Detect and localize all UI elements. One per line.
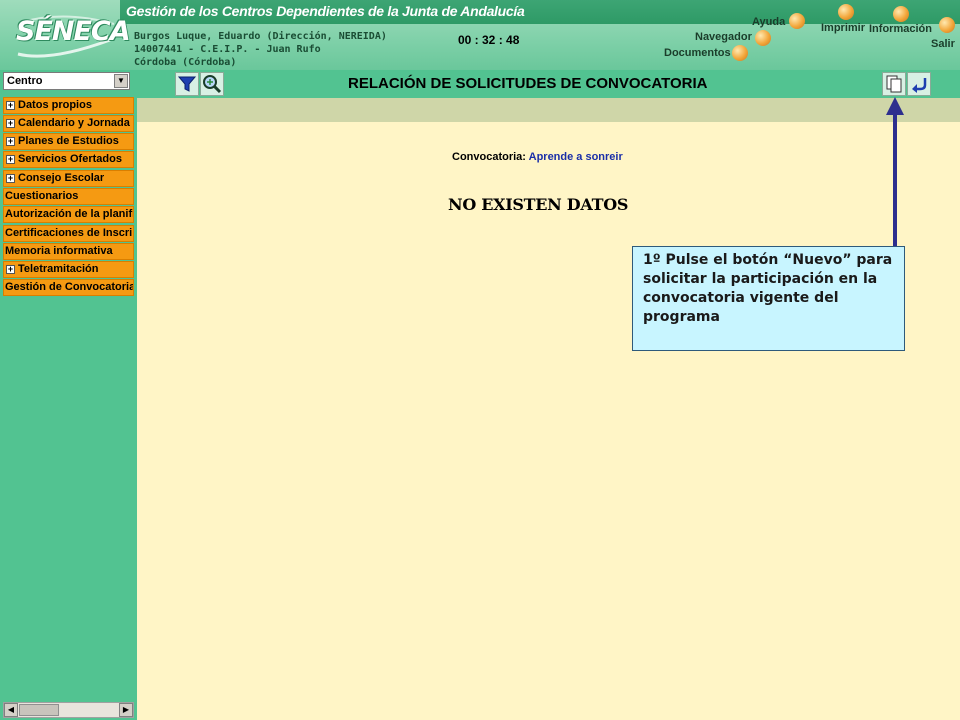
search-button[interactable]: [200, 72, 224, 96]
information-link[interactable]: Información: [869, 23, 932, 35]
back-button[interactable]: [907, 72, 931, 96]
user-info: Burgos Luque, Eduardo (Dirección, NEREID…: [134, 30, 387, 69]
seneca-logo: SÉNECA: [6, 6, 131, 64]
sidebar-item-memoria[interactable]: Memoria informativa: [3, 243, 134, 260]
callout-arrow-line: [893, 112, 897, 247]
back-icon: [912, 78, 927, 93]
sidebar-item-gestion-convocatoria[interactable]: Gestión de Convocatoria: [3, 279, 134, 296]
sidebar-item-teletramitacion[interactable]: + Teletramitación: [3, 261, 134, 278]
sidebar-item-consejo[interactable]: + Consejo Escolar: [3, 170, 134, 187]
center-code: 14007441 - C.E.I.P. - Juan Rufo: [134, 44, 321, 55]
sidebar-item-label: Calendario y Jornada: [18, 117, 130, 129]
print-link[interactable]: Imprimir: [821, 22, 865, 34]
sidebar-item-calendario[interactable]: + Calendario y Jornada: [3, 115, 134, 132]
expand-icon[interactable]: +: [6, 155, 15, 164]
expand-icon[interactable]: +: [6, 265, 15, 274]
sidebar-item-autorizacion[interactable]: Autorización de la planifi: [3, 206, 134, 223]
documents-ball-icon[interactable]: [732, 45, 748, 61]
sidebar-item-cuestionarios[interactable]: Cuestionarios: [3, 188, 134, 205]
sidebar-item-datos-propios[interactable]: + Datos propios: [3, 97, 134, 114]
section-select[interactable]: Centro ▼: [3, 72, 130, 90]
sub-toolbar: [137, 98, 960, 122]
exit-link[interactable]: Salir: [931, 38, 955, 50]
convocatoria-value: Aprende a sonreir: [528, 151, 623, 163]
sidebar-item-label: Certificaciones de Inscri: [5, 227, 133, 239]
print-ball-icon[interactable]: [838, 4, 854, 20]
session-timer: 00 : 32 : 48: [458, 33, 520, 47]
app-subtitle: Gestión de los Centros Dependientes de l…: [126, 3, 525, 19]
expand-icon[interactable]: +: [6, 119, 15, 128]
sidebar-horizontal-scrollbar[interactable]: ◀ ▶: [3, 702, 134, 718]
instruction-callout: 1º Pulse el botón “Nuevo” para solicitar…: [632, 246, 905, 351]
scroll-left-icon[interactable]: ◀: [4, 703, 18, 717]
documents-link[interactable]: Documentos: [664, 47, 731, 59]
sidebar-item-label: Autorización de la planifi: [5, 208, 134, 220]
scroll-right-icon[interactable]: ▶: [119, 703, 133, 717]
sidebar-item-planes[interactable]: + Planes de Estudios: [3, 133, 134, 150]
chevron-down-icon[interactable]: ▼: [114, 74, 128, 88]
sidebar-item-certificaciones[interactable]: Certificaciones de Inscri: [3, 225, 134, 242]
help-ball-icon[interactable]: [789, 13, 805, 29]
logo-text: SÉNECA: [16, 16, 131, 47]
sidebar-item-label: Cuestionarios: [5, 190, 79, 202]
section-select-value: Centro: [7, 75, 43, 87]
convocatoria-line: Convocatoria: Aprende a sonreir: [452, 151, 623, 163]
filter-icon: [177, 76, 197, 92]
sidebar-item-label: Memoria informativa: [5, 245, 113, 257]
new-document-icon: [886, 75, 902, 93]
help-link[interactable]: Ayuda: [752, 16, 785, 28]
sidebar-item-label: Datos propios: [18, 99, 92, 111]
sidebar-item-label: Planes de Estudios: [18, 135, 119, 147]
sidebar-item-label: Teletramitación: [18, 263, 99, 275]
page-title: RELACIÓN DE SOLICITUDES DE CONVOCATORIA: [348, 75, 708, 92]
expand-icon[interactable]: +: [6, 101, 15, 110]
expand-icon[interactable]: +: [6, 174, 15, 183]
user-name: Burgos Luque, Eduardo (Dirección, NEREID…: [134, 31, 387, 42]
expand-icon[interactable]: +: [6, 137, 15, 146]
sidebar-item-label: Gestión de Convocatoria: [5, 281, 134, 293]
no-data-message: NO EXISTEN DATOS: [448, 195, 629, 214]
app-header: Gestión de los Centros Dependientes de l…: [0, 0, 960, 70]
sidebar-item-label: Consejo Escolar: [18, 172, 105, 184]
sidebar-item-label: Servicios Ofertados: [18, 153, 122, 165]
information-ball-icon[interactable]: [893, 6, 909, 22]
navigator-link[interactable]: Navegador: [695, 31, 752, 43]
navigator-ball-icon[interactable]: [755, 30, 771, 46]
convocatoria-label: Convocatoria:: [452, 151, 526, 163]
filter-button[interactable]: [175, 72, 199, 96]
new-button[interactable]: [882, 72, 906, 96]
sidebar-item-servicios[interactable]: + Servicios Ofertados: [3, 151, 134, 168]
search-zoom-icon: [203, 75, 222, 94]
center-location: Córdoba (Córdoba): [134, 57, 237, 68]
scroll-thumb[interactable]: [19, 704, 59, 716]
exit-ball-icon[interactable]: [939, 17, 955, 33]
